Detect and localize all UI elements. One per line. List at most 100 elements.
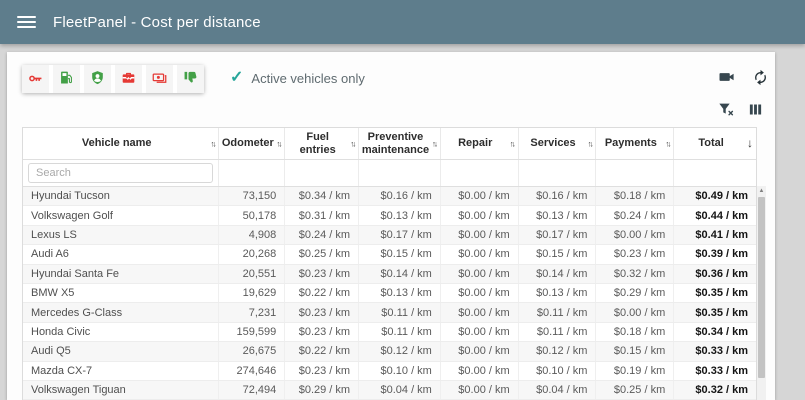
vertical-scrollbar[interactable]: ▲	[757, 186, 766, 400]
cell-preventive: $0.13 / km	[359, 206, 441, 224]
driver-filter-button[interactable]	[84, 65, 111, 93]
table-row[interactable]: Mazda CX-7274,646$0.23 / km$0.10 / km$0.…	[23, 362, 756, 381]
cell-repair: $0.00 / km	[441, 284, 519, 302]
issues-filter-button[interactable]	[177, 65, 204, 93]
video-camera-icon	[718, 68, 736, 86]
cell-odometer: 274,646	[219, 362, 285, 380]
filter-cell-name	[23, 160, 219, 186]
cell-services: $0.13 / km	[519, 284, 597, 302]
cell-odometer: 50,178	[219, 206, 285, 224]
column-header-total[interactable]: Total↓	[674, 128, 756, 159]
filter-cell-services	[519, 160, 597, 186]
cell-odometer: 20,268	[219, 245, 285, 263]
payments-filter-button[interactable]	[146, 65, 173, 93]
cell-preventive: $0.15 / km	[359, 245, 441, 263]
table-row[interactable]: Volkswagen Tiguan72,494$0.29 / km$0.04 /…	[23, 381, 756, 400]
cell-total: $0.49 / km	[674, 187, 756, 205]
key-filter-button[interactable]	[22, 65, 49, 93]
column-header-fuel[interactable]: Fuel entries↑↓	[285, 128, 359, 159]
column-label: Repair	[458, 137, 492, 150]
column-label: Fuel entries	[287, 131, 348, 156]
cell-name: Audi A6	[23, 245, 219, 263]
cell-total: $0.34 / km	[674, 323, 756, 341]
column-label: Payments	[605, 137, 657, 150]
cell-odometer: 4,908	[219, 226, 285, 244]
table-row[interactable]: Hyundai Tucson73,150$0.34 / km$0.16 / km…	[23, 187, 756, 206]
sort-icon: ↑↓	[276, 139, 282, 148]
cell-repair: $0.00 / km	[441, 362, 519, 380]
cell-services: $0.11 / km	[519, 323, 597, 341]
filter-cell-fuel	[285, 160, 359, 186]
table-row[interactable]: Volkswagen Golf50,178$0.31 / km$0.13 / k…	[23, 206, 756, 225]
filter-cell-repair	[441, 160, 519, 186]
cell-repair: $0.00 / km	[441, 187, 519, 205]
camera-button[interactable]	[718, 68, 736, 86]
cell-payments: $0.32 / km	[596, 265, 674, 283]
column-header-name[interactable]: Vehicle name↑↓	[23, 128, 219, 159]
filter-cell-preventive	[359, 160, 441, 186]
cell-name: Mazda CX-7	[23, 362, 219, 380]
cell-preventive: $0.11 / km	[359, 323, 441, 341]
sort-icon: ↑↓	[510, 139, 516, 148]
column-label: Vehicle name	[82, 137, 152, 150]
vehicle-search-input[interactable]	[28, 163, 213, 183]
cell-preventive: $0.04 / km	[359, 381, 441, 399]
cell-services: $0.04 / km	[519, 381, 597, 399]
cell-repair: $0.00 / km	[441, 245, 519, 263]
page-title: FleetPanel - Cost per distance	[53, 14, 261, 31]
cell-odometer: 26,675	[219, 342, 285, 360]
column-label: Preventive maintenance	[361, 131, 430, 156]
cost-table: Vehicle name↑↓Odometer↑↓Fuel entries↑↓Pr…	[22, 127, 757, 400]
cell-name: Lexus LS	[23, 226, 219, 244]
cell-services: $0.16 / km	[519, 187, 597, 205]
filter-cell-odometer	[219, 160, 285, 186]
content-card: ✓ Active vehicles only Vehicle name↑↓Odo…	[7, 52, 775, 400]
cell-odometer: 72,494	[219, 381, 285, 399]
active-vehicles-label: Active vehicles only	[251, 71, 364, 86]
cell-repair: $0.00 / km	[441, 342, 519, 360]
scroll-up-arrow-icon[interactable]: ▲	[757, 186, 766, 196]
column-label: Odometer	[222, 137, 274, 150]
active-vehicles-toggle[interactable]: ✓ Active vehicles only	[230, 70, 365, 86]
cell-preventive: $0.13 / km	[359, 284, 441, 302]
repair-filter-button[interactable]	[115, 65, 142, 93]
column-header-payments[interactable]: Payments ↑↓	[596, 128, 674, 159]
cell-payments: $0.23 / km	[596, 245, 674, 263]
cell-name: Honda Civic	[23, 323, 219, 341]
cell-fuel: $0.29 / km	[285, 381, 359, 399]
cell-services: $0.12 / km	[519, 342, 597, 360]
column-header-odometer[interactable]: Odometer↑↓	[219, 128, 285, 159]
clear-filters-button[interactable]	[718, 101, 734, 117]
cell-total: $0.35 / km	[674, 303, 756, 321]
table-row[interactable]: Hyundai Santa Fe20,551$0.23 / km$0.14 / …	[23, 265, 756, 284]
menu-icon[interactable]	[17, 16, 36, 28]
cell-total: $0.35 / km	[674, 284, 756, 302]
table-row[interactable]: Audi Q526,675$0.22 / km$0.12 / km$0.00 /…	[23, 342, 756, 361]
table-row[interactable]: Audi A620,268$0.25 / km$0.15 / km$0.00 /…	[23, 245, 756, 264]
cell-fuel: $0.22 / km	[285, 284, 359, 302]
column-header-services[interactable]: Services↑↓	[519, 128, 597, 159]
fuel-filter-button[interactable]	[53, 65, 80, 93]
toolbox-icon	[121, 70, 136, 88]
sort-icon: ↑↓	[665, 139, 671, 148]
cell-total: $0.33 / km	[674, 342, 756, 360]
cell-fuel: $0.23 / km	[285, 265, 359, 283]
table-row[interactable]: Honda Civic159,599$0.23 / km$0.11 / km$0…	[23, 323, 756, 342]
scrollbar-thumb[interactable]	[758, 197, 765, 378]
cell-repair: $0.00 / km	[441, 303, 519, 321]
columns-button[interactable]	[748, 102, 763, 117]
column-header-preventive[interactable]: Preventive maintenance↑↓	[359, 128, 441, 159]
cell-repair: $0.00 / km	[441, 381, 519, 399]
table-row[interactable]: Mercedes G-Class7,231$0.23 / km$0.11 / k…	[23, 303, 756, 322]
cell-fuel: $0.22 / km	[285, 342, 359, 360]
sort-desc-icon: ↓	[747, 137, 753, 151]
cell-total: $0.39 / km	[674, 245, 756, 263]
table-row[interactable]: Lexus LS4,908$0.24 / km$0.17 / km$0.00 /…	[23, 226, 756, 245]
cell-odometer: 19,629	[219, 284, 285, 302]
cell-payments: $0.24 / km	[596, 206, 674, 224]
cell-payments: $0.18 / km	[596, 323, 674, 341]
column-header-repair[interactable]: Repair ↑↓	[441, 128, 519, 159]
table-row[interactable]: BMW X519,629$0.22 / km$0.13 / km$0.00 / …	[23, 284, 756, 303]
sort-icon: ↑↓	[350, 139, 356, 148]
refresh-button[interactable]	[752, 69, 769, 86]
